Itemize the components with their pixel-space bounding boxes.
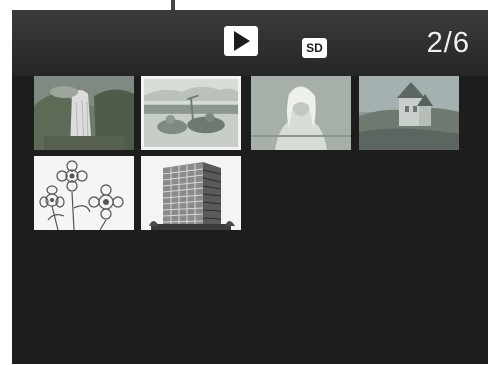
flowers-sketch-thumbnail[interactable]: [34, 156, 134, 230]
play-icon: [224, 26, 258, 56]
beach-scene-photo-thumbnail[interactable]: [141, 76, 241, 150]
empty-thumbnail-area: [12, 236, 488, 364]
building-photo-thumbnail[interactable]: [141, 156, 241, 230]
castle-photo-thumbnail[interactable]: [359, 76, 459, 150]
waterfall-photo-thumbnail[interactable]: [34, 76, 134, 150]
portrait-photo-thumbnail[interactable]: [251, 76, 351, 150]
frame-counter: 2/6: [426, 27, 470, 59]
sd-card-icon: SD: [302, 38, 327, 58]
camera-lcd-screen: SD 2/6: [12, 10, 488, 364]
status-bar: SD 2/6: [12, 10, 488, 76]
